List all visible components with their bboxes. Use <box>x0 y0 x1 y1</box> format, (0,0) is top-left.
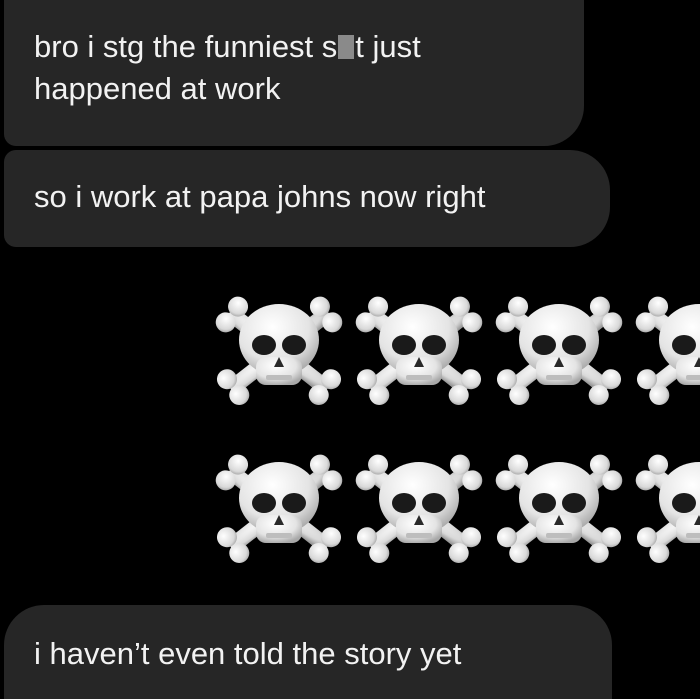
censor-block <box>338 35 355 59</box>
skull-crossbones-icon <box>495 454 623 563</box>
skull-crossbones-icon <box>215 454 343 563</box>
message-thread: bro i stg the funniest s t just happened … <box>0 0 700 699</box>
skull-crossbones-icon <box>355 296 483 405</box>
message-2-text: so i work at papa johns now right <box>34 179 486 214</box>
message-bubble-2[interactable]: so i work at papa johns now right <box>4 150 610 247</box>
message-1-text-part1: bro i stg the funniest s <box>34 29 338 64</box>
skull-crossbones-icon <box>635 454 700 563</box>
skull-crossbones-icon <box>355 454 483 563</box>
emoji-message-skulls[interactable] <box>212 285 700 575</box>
skull-crossbones-icon <box>215 296 343 405</box>
message-1-text-part2: t just <box>355 29 421 64</box>
skull-crossbones-icon <box>495 296 623 405</box>
message-1-text-line2: happened at work <box>34 71 281 106</box>
message-3-text: i haven’t even told the story yet <box>34 636 462 671</box>
message-bubble-3[interactable]: i haven’t even told the story yet <box>4 605 612 699</box>
skull-crossbones-icon <box>635 296 700 405</box>
message-bubble-1[interactable]: bro i stg the funniest s t just happened … <box>4 0 584 146</box>
